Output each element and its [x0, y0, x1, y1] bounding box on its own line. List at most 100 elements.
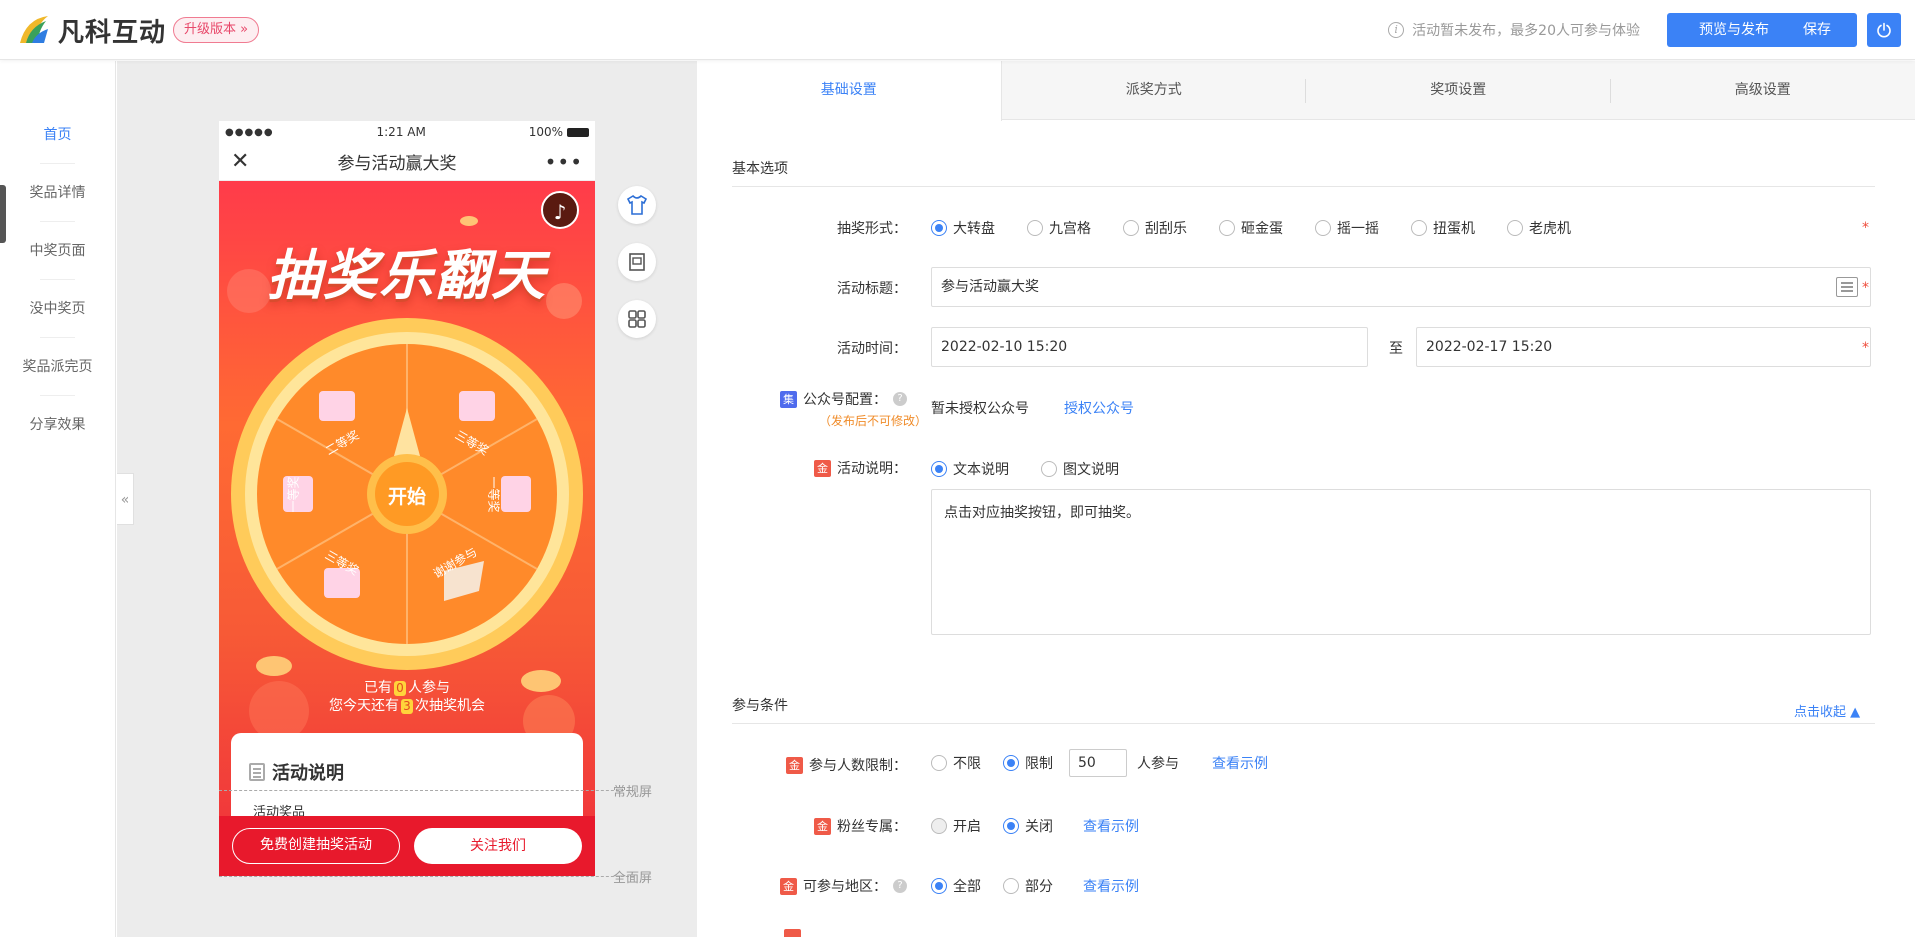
nav-item-win-page[interactable]: 中奖页面 [0, 222, 115, 280]
create-activity-button[interactable]: 免费创建抽奖活动 [232, 828, 400, 864]
region-options: 全部 部分 查看示例 [931, 876, 1139, 896]
radio-limited[interactable]: 限制 [1003, 753, 1053, 773]
layout-icon[interactable] [618, 243, 656, 281]
help-icon[interactable]: ? [893, 879, 907, 893]
radio-fans-off[interactable]: 关闭 [1003, 816, 1053, 836]
radio-grid[interactable]: 九宫格 [1027, 218, 1091, 238]
radio-text-desc[interactable]: 文本说明 [931, 459, 1009, 479]
section-title-basic: 基本选项 [732, 161, 788, 177]
wechat-config-note: （发布后不可修改） [818, 414, 927, 428]
full-screen-guide [219, 876, 634, 877]
radio-region-all[interactable]: 全部 [931, 876, 981, 896]
text-template-icon[interactable] [1836, 277, 1858, 297]
publish-status: i 活动暂未发布，最多20人可参与体验 [1388, 20, 1640, 40]
radio-region-partial[interactable]: 部分 [1003, 876, 1053, 896]
status-text: 活动暂未发布，最多20人可参与体验 [1412, 23, 1640, 39]
collapse-link[interactable]: 点击收起 ▲ [1794, 701, 1860, 720]
nav-item-share-effect[interactable]: 分享效果 [0, 396, 115, 454]
power-icon[interactable] [1867, 13, 1901, 47]
lottery-form-label: 抽奖形式： [837, 221, 907, 237]
premium-badge: 金 [780, 877, 797, 895]
phone-time: 1:21 AM [376, 125, 426, 139]
follow-us-button[interactable]: 关注我们 [414, 828, 582, 864]
fans-only-label: 金 粉丝专属： [727, 816, 907, 836]
info-icon: i [1388, 22, 1405, 38]
view-example-link[interactable]: 查看示例 [1212, 753, 1268, 773]
participant-limit-options: 不限 限制 50 人参与 查看示例 [931, 749, 1268, 777]
view-example-link[interactable]: 查看示例 [1083, 876, 1139, 896]
required-mark: * [1862, 340, 1869, 356]
participant-limit-label: 金 参与人数限制： [727, 755, 907, 775]
activity-headline: 抽奖乐翻天 [267, 244, 547, 307]
radio-slot-machine[interactable]: 老虎机 [1507, 218, 1571, 238]
components-grid-icon[interactable] [618, 300, 656, 338]
collapse-sidebar-button[interactable]: « [117, 473, 134, 525]
wechat-config-label: 集 公众号配置： ? [727, 389, 907, 409]
participants-count: 0 [394, 681, 406, 696]
radio-wheel[interactable]: 大转盘 [931, 218, 995, 238]
required-mark: * [1862, 280, 1869, 296]
activity-desc-label: 金 活动说明： [727, 458, 907, 478]
phone-title-bar: ✕ 参与活动赢大奖 ••• [219, 143, 595, 181]
phone-status-bar: ●●●●● 1:21 AM 100% [219, 121, 595, 143]
lottery-form-options: 大转盘 九宫格 刮刮乐 砸金蛋 摇一摇 扭蛋机 老虎机 [931, 218, 1603, 238]
start-time-input[interactable]: 2022-02-10 15:20 [931, 327, 1368, 367]
radio-fans-on[interactable]: 开启 [931, 816, 981, 836]
wheel-segment-label: 一等奖 [286, 476, 301, 513]
tab-award-method[interactable]: 派奖方式 [1002, 61, 1307, 120]
radio-gashapon[interactable]: 扭蛋机 [1411, 218, 1475, 238]
settings-panel: 基础设置 派奖方式 奖项设置 高级设置 基本选项 抽奖形式： 大转盘 九宫格 刮… [697, 61, 1915, 937]
music-icon[interactable]: ♪ [541, 191, 579, 229]
nav-item-prize-details[interactable]: 奖品详情 [0, 164, 115, 222]
activity-title-label: 活动标题： [837, 281, 907, 297]
section-divider [732, 186, 1875, 187]
tab-prize-settings[interactable]: 奖项设置 [1306, 61, 1611, 120]
participation-info: 已有 0 人参与 您今天还有 3 次抽奖机会 [329, 680, 485, 714]
wechat-status: 暂未授权公众号 [931, 401, 1029, 417]
close-icon[interactable]: ✕ [231, 149, 249, 174]
save-button[interactable]: 保存 [1777, 13, 1857, 47]
settings-tabs: 基础设置 派奖方式 奖项设置 高级设置 [697, 61, 1915, 121]
desc-type-options: 文本说明 图文说明 [931, 459, 1151, 479]
full-screen-label: 全面屏 [613, 871, 653, 886]
authorize-wechat-link[interactable]: 授权公众号 [1064, 398, 1134, 418]
nav-item-home[interactable]: 首页 [0, 106, 115, 164]
next-row-badge [784, 929, 801, 937]
logo[interactable]: 凡科互动 [16, 10, 166, 50]
nav-handle[interactable] [0, 185, 6, 243]
preview-area: « ●●●●● 1:21 AM 100% ✕ 参与活动赢大奖 ••• ♪ 抽奖乐… [117, 61, 697, 937]
wheel-segment-label: 一等奖 [486, 476, 501, 513]
end-time-input[interactable]: 2022-02-17 15:20 [1416, 327, 1871, 367]
radio-scratch[interactable]: 刮刮乐 [1123, 218, 1187, 238]
tab-basic-settings[interactable]: 基础设置 [697, 61, 1002, 121]
phone-page-title: 参与活动赢大奖 [337, 154, 457, 174]
theme-shirt-icon[interactable] [618, 186, 656, 224]
radio-unlimited[interactable]: 不限 [931, 753, 981, 773]
caret-up-icon: ▲ [1850, 705, 1861, 720]
nav-item-lose-page[interactable]: 没中奖页 [0, 280, 115, 338]
top-bar: 凡科互动 升级版本 » i 活动暂未发布，最多20人可参与体验 预览与发布 保存 [0, 0, 1915, 60]
signal-icon: ●●●●● [225, 126, 274, 138]
participant-limit-input[interactable]: 50 [1069, 749, 1127, 777]
help-icon[interactable]: ? [893, 392, 907, 406]
feature-badge: 集 [780, 390, 797, 408]
premium-badge: 金 [786, 756, 803, 774]
logo-text: 凡科互动 [58, 17, 167, 48]
activity-desc-textarea[interactable]: 点击对应抽奖按钮，即可抽奖。 [931, 489, 1871, 635]
nav-item-prizes-out-page[interactable]: 奖品派完页 [0, 338, 115, 396]
chances-count: 3 [401, 699, 413, 714]
activity-title-input[interactable]: 参与活动赢大奖 [931, 267, 1871, 307]
more-icon[interactable]: ••• [545, 150, 583, 174]
upgrade-button[interactable]: 升级版本 » [173, 17, 260, 43]
tab-advanced-settings[interactable]: 高级设置 [1611, 61, 1915, 120]
radio-golden-egg[interactable]: 砸金蛋 [1219, 218, 1283, 238]
view-example-link[interactable]: 查看示例 [1083, 816, 1139, 836]
wheel-start-button[interactable]: 开始 [377, 482, 437, 509]
normal-screen-guide [219, 790, 634, 791]
activity-canvas: ♪ 抽奖乐翻天 开始 二等奖 三等奖 一等奖 谢谢参与 三等奖 一等奖 已有 0… [219, 181, 595, 876]
fans-only-options: 开启 关闭 查看示例 [931, 816, 1139, 836]
time-range-separator: 至 [1389, 341, 1403, 357]
radio-rich-desc[interactable]: 图文说明 [1041, 459, 1119, 479]
radio-shake[interactable]: 摇一摇 [1315, 218, 1379, 238]
battery-icon [567, 128, 589, 137]
